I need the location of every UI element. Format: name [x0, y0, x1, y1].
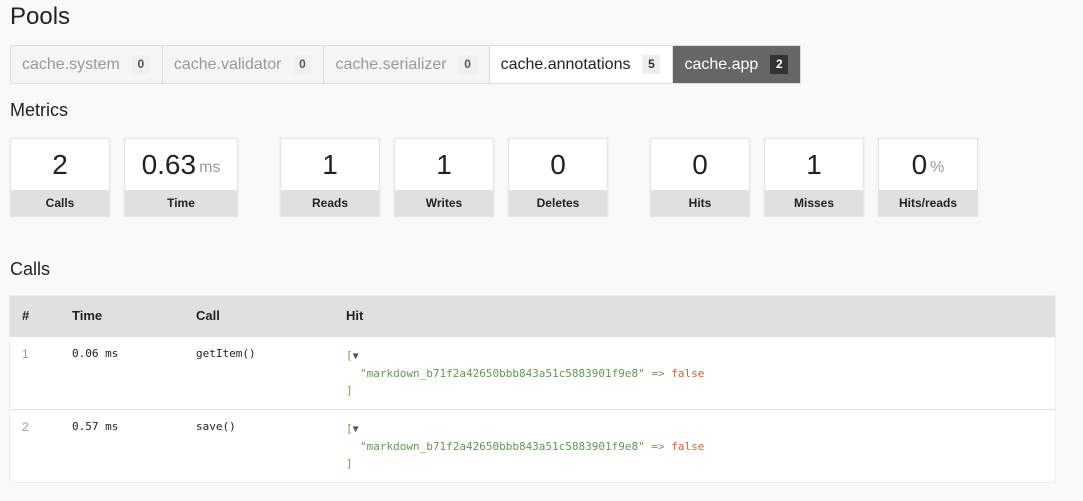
metric-reads: 1 Reads	[280, 138, 380, 217]
metric-value: 1	[765, 139, 863, 190]
count-badge: 5	[642, 55, 661, 74]
dump-key: "markdown_b71f2a42650bbb843a51c5883901f9…	[360, 366, 645, 380]
metric-value: 0	[509, 139, 607, 190]
dump-close-bracket: ]	[346, 383, 353, 397]
row-call: save()	[184, 408, 334, 482]
metrics-title: Metrics	[10, 100, 68, 120]
tab-label: cache.serializer	[335, 55, 447, 73]
metric-misses: 1 Misses	[764, 138, 864, 217]
metric-label: Hits	[651, 190, 749, 216]
row-num: 2	[10, 408, 60, 482]
metric-calls: 2 Calls	[10, 138, 110, 217]
table-row: 1 0.06 ms getItem() [▼ "markdown_b71f2a4…	[10, 335, 1055, 409]
pool-tabs: cache.system 0 cache.validator 0 cache.s…	[10, 45, 802, 84]
metric-label: Writes	[395, 190, 493, 216]
metric-number: 1	[322, 148, 338, 180]
metric-label: Reads	[281, 190, 379, 216]
row-hit: [▼ "markdown_b71f2a42650bbb843a51c588390…	[334, 335, 1055, 409]
metric-number: 2	[52, 148, 68, 180]
metric-deletes: 0 Deletes	[508, 138, 608, 217]
count-badge: 0	[293, 55, 312, 74]
metric-unit: %	[930, 158, 945, 176]
metric-number: 1	[806, 148, 822, 180]
dump-arrow: =>	[651, 366, 665, 380]
tab-cache-annotations[interactable]: cache.annotations 5	[489, 46, 674, 83]
count-badge: 0	[131, 55, 150, 74]
metric-label: Time	[125, 190, 237, 216]
dump-open-bracket: [	[346, 421, 353, 435]
tab-label: cache.system	[22, 55, 120, 73]
header-hit: Hit	[334, 296, 1055, 336]
tab-label: cache.validator	[173, 55, 282, 73]
tab-label: cache.annotations	[500, 55, 631, 73]
dump-value: false	[671, 366, 705, 380]
count-badge: 2	[770, 55, 789, 74]
metric-value: 1	[281, 139, 379, 190]
metric-number: 0	[692, 148, 708, 180]
dump-arrow: =>	[651, 439, 665, 453]
tab-cache-system[interactable]: cache.system 0	[11, 46, 163, 83]
metric-number: 1	[436, 148, 452, 180]
metric-number: 0.63	[141, 148, 197, 180]
dump-key: "markdown_b71f2a42650bbb843a51c5883901f9…	[360, 439, 645, 453]
pools-title: Pools	[10, 3, 71, 30]
metric-time: 0.63 ms Time	[124, 138, 238, 217]
metric-label: Misses	[765, 190, 863, 216]
metric-number: 0	[550, 148, 566, 180]
tab-label: cache.app	[684, 55, 759, 73]
calls-table: # Time Call Hit 1 0.06 ms getItem() [▼ "…	[10, 296, 1055, 482]
row-hit: [▼ "markdown_b71f2a42650bbb843a51c588390…	[334, 408, 1055, 482]
metric-unit: ms	[199, 158, 221, 176]
dump-open-bracket: [	[346, 348, 353, 362]
metric-label: Deletes	[509, 190, 607, 216]
count-badge: 0	[458, 55, 477, 74]
metric-value: 0%	[879, 139, 977, 190]
header-time: Time	[60, 296, 184, 336]
metric-number: 0	[911, 148, 928, 180]
table-row: 2 0.57 ms save() [▼ "markdown_b71f2a4265…	[10, 408, 1055, 482]
metric-label: Hits/reads	[879, 190, 977, 216]
tab-cache-serializer[interactable]: cache.serializer 0	[324, 46, 490, 83]
metric-value: 2	[11, 139, 109, 190]
dump-toggle-icon[interactable]: ▼	[353, 351, 359, 362]
table-header-row: # Time Call Hit	[10, 296, 1055, 336]
metric-hits: 0 Hits	[650, 138, 750, 217]
metric-label: Calls	[11, 190, 109, 216]
var-dump: [▼ "markdown_b71f2a42650bbb843a51c588390…	[346, 420, 1043, 472]
row-time: 0.06 ms	[60, 335, 184, 409]
tab-cache-validator[interactable]: cache.validator 0	[163, 46, 325, 83]
metric-value: 0	[651, 139, 749, 190]
calls-title: Calls	[10, 259, 51, 279]
header-num: #	[10, 296, 60, 336]
metric-value: 0.63 ms	[125, 139, 237, 190]
row-num: 1	[10, 335, 60, 409]
dump-value: false	[671, 439, 705, 453]
var-dump: [▼ "markdown_b71f2a42650bbb843a51c588390…	[346, 347, 1043, 399]
row-time: 0.57 ms	[60, 408, 184, 482]
metric-writes: 1 Writes	[394, 138, 494, 217]
tab-cache-app[interactable]: cache.app 2	[673, 46, 801, 83]
dump-close-bracket: ]	[346, 456, 353, 470]
dump-toggle-icon[interactable]: ▼	[353, 424, 359, 435]
header-call: Call	[184, 296, 334, 336]
row-call: getItem()	[184, 335, 334, 409]
metric-hits-reads: 0% Hits/reads	[878, 138, 978, 217]
metric-value: 1	[395, 139, 493, 190]
